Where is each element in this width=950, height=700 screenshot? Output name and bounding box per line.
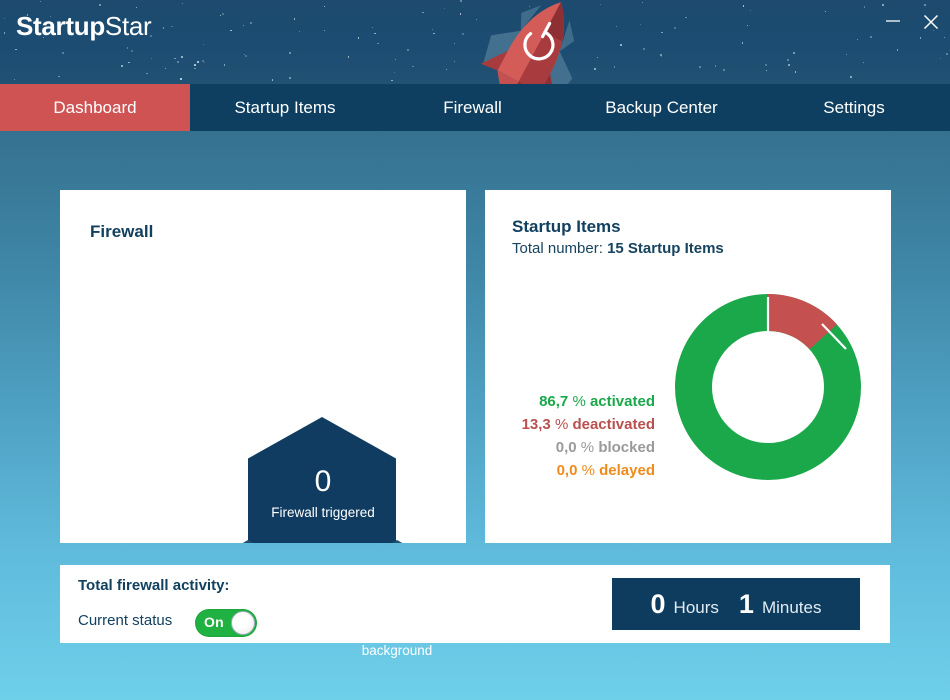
startup-items-total: Total number: 15 Startup Items bbox=[512, 240, 724, 257]
activity-hours-label: Hours bbox=[674, 599, 719, 616]
startup-items-card: Startup Items Total number: 15 Startup I… bbox=[485, 190, 891, 543]
legend-deactivated-unit: % bbox=[555, 416, 568, 433]
startup-items-total-value: 15 Startup Items bbox=[607, 240, 724, 257]
brand-name-bold: Startup bbox=[16, 11, 105, 41]
close-button[interactable] bbox=[916, 6, 946, 34]
legend-delayed-value: 0,0 bbox=[557, 462, 578, 479]
tab-settings[interactable]: Settings bbox=[758, 84, 950, 131]
tab-dashboard-label: Dashboard bbox=[53, 98, 136, 118]
rocket-icon bbox=[462, 0, 602, 84]
legend-activated-unit: % bbox=[572, 393, 585, 410]
firewall-card: Firewall 0 Firewall triggered 0 Entries … bbox=[60, 190, 466, 543]
legend-blocked-value: 0,0 bbox=[556, 439, 577, 456]
toggle-state-label: On bbox=[204, 614, 224, 630]
firewall-hexagon-group bbox=[60, 190, 466, 543]
title-bar: StartupStar bbox=[0, 0, 950, 84]
legend-item-delayed: 0,0 % delayed bbox=[495, 459, 655, 482]
tab-startup-items[interactable]: Startup Items bbox=[190, 84, 380, 131]
tab-settings-label: Settings bbox=[823, 98, 884, 118]
firewall-activity-time: 0 Hours 1 Minutes bbox=[612, 578, 860, 630]
legend-item-blocked: 0,0 % blocked bbox=[495, 436, 655, 459]
startup-items-card-title: Startup Items bbox=[512, 217, 621, 237]
legend-activated-label: activated bbox=[590, 393, 655, 410]
minimize-button[interactable] bbox=[878, 6, 908, 34]
legend-deactivated-label: deactivated bbox=[572, 416, 655, 433]
legend-item-deactivated: 13,3 % deactivated bbox=[495, 413, 655, 436]
activity-minutes: 1 Minutes bbox=[739, 591, 822, 618]
activity-hours-value: 0 bbox=[651, 591, 666, 618]
firewall-activity-title: Total firewall activity: bbox=[78, 577, 229, 594]
startup-items-legend: 86,7 % activated 13,3 % deactivated 0,0 … bbox=[495, 390, 655, 482]
hexagon-automatic-background-line2: background bbox=[362, 643, 433, 658]
tab-firewall[interactable]: Firewall bbox=[380, 84, 565, 131]
legend-deactivated-value: 13,3 bbox=[522, 416, 551, 433]
main-navigation: Dashboard Startup Items Firewall Backup … bbox=[0, 84, 950, 131]
legend-item-activated: 86,7 % activated bbox=[495, 390, 655, 413]
tab-startup-items-label: Startup Items bbox=[234, 98, 335, 118]
hexagon-firewall-triggered-shape bbox=[248, 417, 396, 543]
tab-firewall-label: Firewall bbox=[443, 98, 502, 118]
firewall-activity-card: Total firewall activity: Current status … bbox=[60, 565, 890, 643]
current-status-label: Current status bbox=[78, 612, 172, 629]
activity-hours: 0 Hours bbox=[651, 591, 719, 618]
firewall-status-toggle[interactable]: On bbox=[195, 609, 257, 637]
app-logo: StartupStar bbox=[16, 11, 151, 42]
app-window: StartupStar bbox=[0, 0, 950, 700]
legend-delayed-unit: % bbox=[582, 462, 595, 479]
tab-backup-center[interactable]: Backup Center bbox=[565, 84, 758, 131]
legend-blocked-unit: % bbox=[581, 439, 594, 456]
startup-items-donut-chart bbox=[672, 291, 864, 488]
activity-minutes-label: Minutes bbox=[762, 599, 822, 616]
tab-dashboard[interactable]: Dashboard bbox=[0, 84, 190, 131]
legend-activated-value: 86,7 bbox=[539, 393, 568, 410]
activity-minutes-value: 1 bbox=[739, 591, 754, 618]
toggle-knob[interactable] bbox=[231, 611, 255, 635]
legend-delayed-label: delayed bbox=[599, 462, 655, 479]
legend-blocked-label: blocked bbox=[598, 439, 655, 456]
startup-items-total-label: Total number: bbox=[512, 240, 603, 257]
tab-backup-center-label: Backup Center bbox=[605, 98, 717, 118]
donut-slice-deactivated bbox=[768, 312, 823, 336]
brand-name-light: Star bbox=[105, 11, 151, 41]
